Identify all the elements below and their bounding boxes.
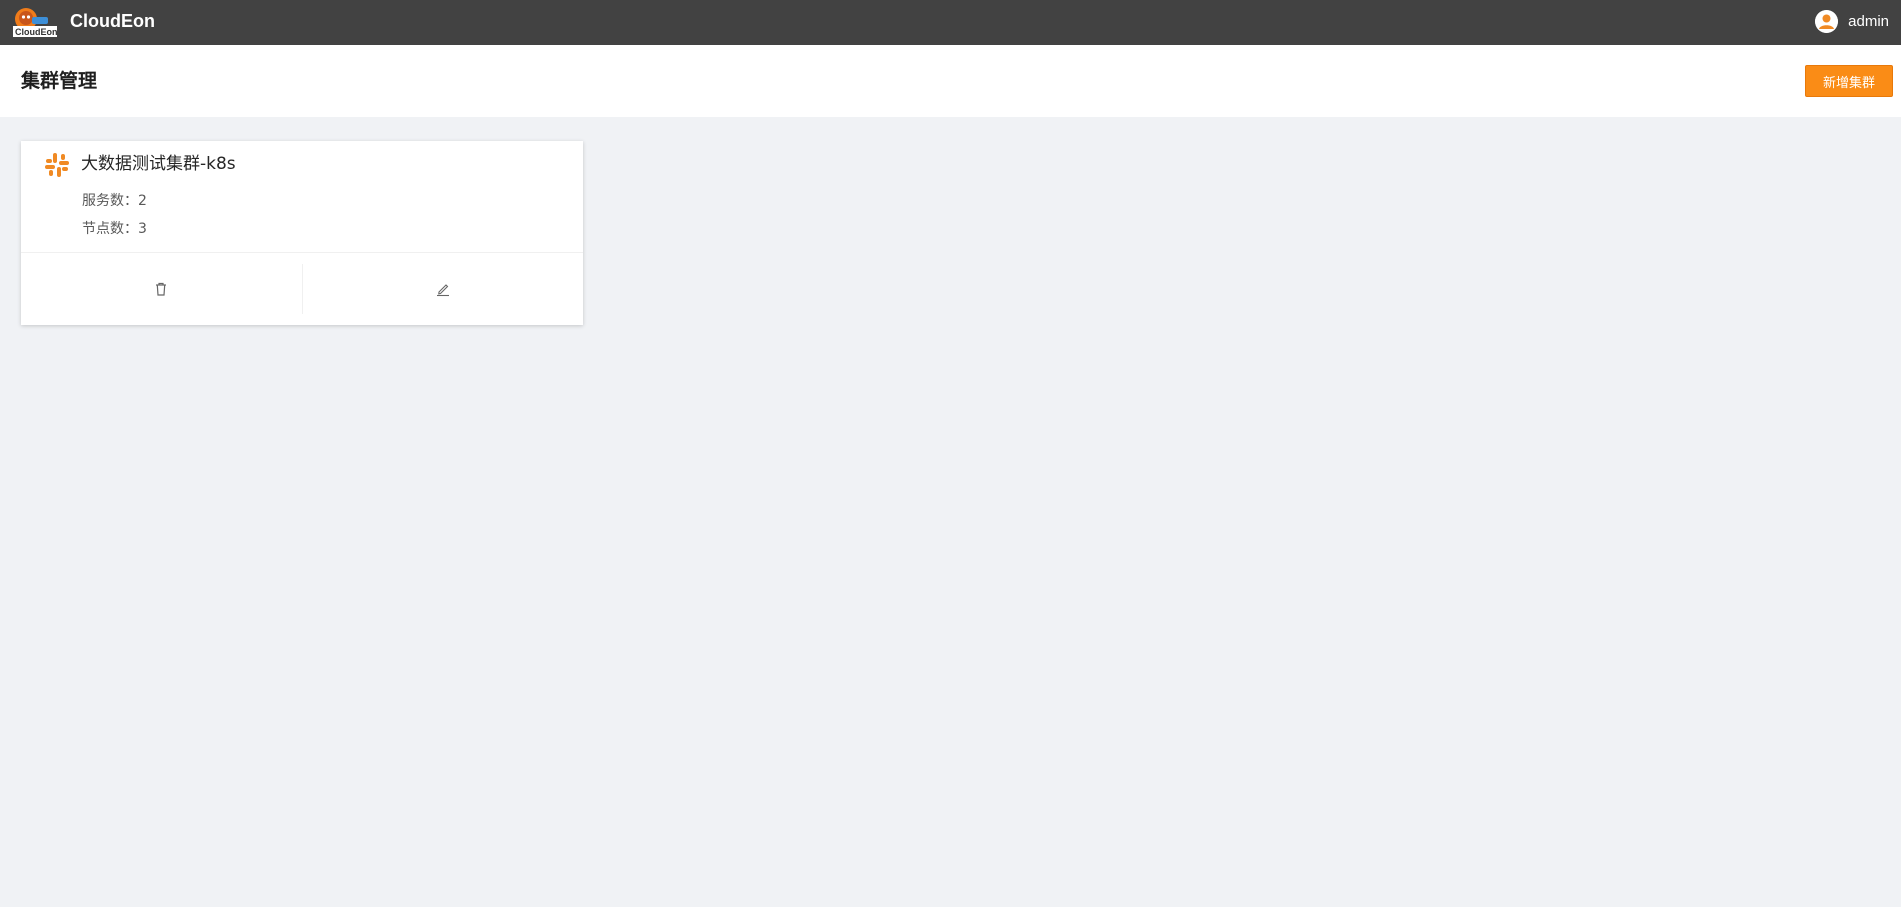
cluster-card[interactable]: 大数据测试集群-k8s 服务数：2 节点数：3 <box>21 141 583 325</box>
page-title: 集群管理 <box>21 70 98 92</box>
logo-text: CloudEon <box>15 27 58 37</box>
cluster-icon <box>43 151 71 179</box>
cloudeon-logo[interactable]: CloudEon <box>12 7 58 37</box>
services-stat: 服务数：2 <box>82 191 147 211</box>
user-avatar-icon[interactable] <box>1815 9 1839 33</box>
user-menu[interactable]: admin <box>1815 9 1889 33</box>
add-cluster-button[interactable]: 新增集群 <box>1805 65 1893 97</box>
cluster-name[interactable]: 大数据测试集群-k8s <box>81 152 236 176</box>
top-navbar: CloudEon CloudEon admin <box>0 0 1901 45</box>
page-header: 集群管理 新增集群 <box>0 45 1901 117</box>
nodes-stat: 节点数：3 <box>82 219 147 239</box>
edit-cluster-button[interactable] <box>303 253 584 325</box>
card-actions <box>21 252 583 325</box>
nodes-count: 3 <box>138 221 147 237</box>
delete-cluster-button[interactable] <box>21 253 302 325</box>
trash-icon[interactable] <box>153 281 169 297</box>
app-title[interactable]: CloudEon <box>70 10 155 32</box>
services-label: 服务数： <box>82 193 138 209</box>
user-name[interactable]: admin <box>1848 13 1889 30</box>
edit-icon[interactable] <box>435 281 451 297</box>
services-count: 2 <box>138 193 147 209</box>
nodes-label: 节点数： <box>82 221 138 237</box>
